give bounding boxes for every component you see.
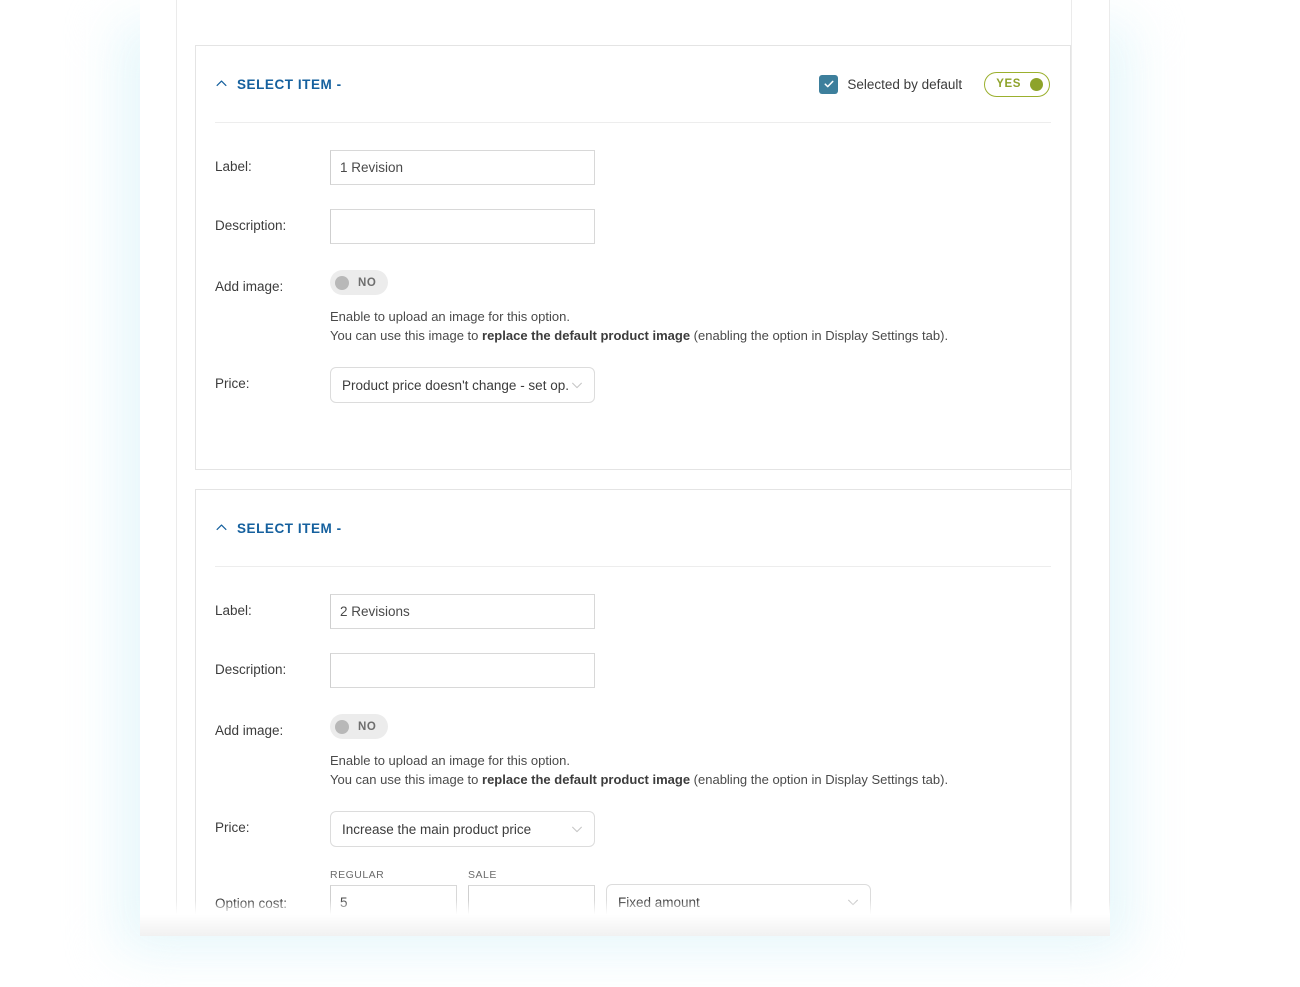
panel-2-help-line-2-post: (enabling the option in Display Settings…	[690, 772, 949, 787]
scroll-rail-right-inner[interactable]	[1071, 0, 1072, 936]
panel-2-body: Label: Description: Add image:	[196, 594, 1070, 920]
select-item-panel-1: SELECT ITEM - Selected by default YES La…	[195, 45, 1071, 470]
panel-2-title: SELECT ITEM -	[237, 520, 342, 536]
panel-2-add-image-help: Enable to upload an image for this optio…	[330, 751, 1051, 789]
option-cost-regular-col: REGULAR	[330, 869, 457, 920]
panel-1-description-caption: Description:	[215, 218, 287, 233]
select-item-panel-2: SELECT ITEM - Label: Description:	[195, 489, 1071, 936]
chevron-down-icon	[570, 822, 584, 836]
panel-2-divider	[215, 566, 1051, 567]
panel-2-add-image-toggle[interactable]: NO	[330, 714, 389, 739]
panel-1-help-line-1: Enable to upload an image for this optio…	[330, 309, 570, 324]
panel-2-collapse-toggle[interactable]: SELECT ITEM -	[215, 521, 342, 536]
chevron-up-icon	[215, 521, 228, 534]
selected-by-default-checkbox[interactable]	[819, 74, 839, 94]
panel-1-title: SELECT ITEM -	[237, 76, 342, 92]
panel-2-price-caption: Price:	[215, 820, 250, 835]
panel-2-price-select[interactable]: Increase the main product price	[330, 811, 595, 847]
panel-2-option-cost-row: Option cost: REGULAR SALE	[215, 869, 1051, 920]
panel-2-label-input[interactable]	[330, 594, 595, 629]
panel-1-header-controls: Selected by default YES	[819, 71, 1050, 97]
panel-2-price-value: Increase the main product price	[342, 821, 532, 837]
chevron-down-icon	[570, 378, 584, 392]
option-cost-group: REGULAR SALE Fixed amount	[330, 869, 1051, 920]
panel-2-description-input[interactable]	[330, 653, 595, 688]
panel-2-help-line-2: You can use this image to replace the de…	[330, 770, 1051, 789]
selected-by-default-checkbox-group[interactable]: Selected by default	[819, 74, 963, 94]
panel-1-add-image-row: Add image: NO Enable to upload an image …	[215, 270, 1051, 345]
panel-1-label-row: Label:	[215, 150, 1051, 185]
option-cost-regular-caption: REGULAR	[330, 869, 385, 881]
panel-2-price-row: Price: Increase the main product price	[215, 811, 1051, 847]
panel-2-add-image-toggle-label: NO	[358, 720, 377, 733]
panel-2-add-image-row: Add image: NO Enable to upload an image …	[215, 714, 1051, 789]
panel-2-help-line-2-bold: replace the default product image	[482, 772, 691, 787]
panel-1-add-image-toggle-label: NO	[358, 276, 377, 289]
option-cost-type-select[interactable]: Fixed amount	[606, 884, 871, 920]
panel-1-body: Label: Description: Add image:	[196, 150, 1070, 403]
panel-2-header: SELECT ITEM -	[196, 490, 1070, 566]
selected-by-default-toggle-label: YES	[996, 78, 1021, 90]
panel-2-description-row: Description:	[215, 653, 1051, 688]
panel-1-label-caption: Label:	[215, 159, 252, 174]
scroll-rail-left	[176, 0, 177, 936]
panel-1-description-input[interactable]	[330, 209, 595, 244]
page-shell: SELECT ITEM - Selected by default YES La…	[140, 0, 1110, 936]
option-cost-sale-input[interactable]	[468, 885, 595, 920]
panel-2-option-cost-caption: Option cost:	[215, 896, 288, 911]
panel-2-description-caption: Description:	[215, 662, 287, 677]
panel-1-divider	[215, 122, 1051, 123]
toggle-knob	[1030, 77, 1043, 91]
panel-1-add-image-help: Enable to upload an image for this optio…	[330, 307, 1051, 345]
panel-1-help-line-2-bold: replace the default product image	[482, 328, 691, 343]
panel-1-label-input[interactable]	[330, 150, 595, 185]
option-cost-sale-col: SALE	[468, 869, 595, 920]
option-cost-type-value: Fixed amount	[618, 894, 700, 910]
chevron-down-icon	[846, 895, 860, 909]
scroll-rail-right-outer[interactable]	[1109, 0, 1110, 936]
panel-1-collapse-toggle[interactable]: SELECT ITEM -	[215, 77, 342, 92]
chevron-up-icon	[215, 77, 228, 90]
panel-2-help-line-1: Enable to upload an image for this optio…	[330, 753, 570, 768]
panel-1-help-line-2: You can use this image to replace the de…	[330, 326, 1051, 345]
option-cost-sale-caption: SALE	[468, 869, 497, 881]
panel-2-label-caption: Label:	[215, 603, 252, 618]
panel-2-label-row: Label:	[215, 594, 1051, 629]
option-cost-regular-input[interactable]	[330, 885, 457, 920]
panel-1-description-row: Description:	[215, 209, 1051, 244]
panel-1-price-caption: Price:	[215, 376, 250, 391]
panel-1-price-row: Price: Product price doesn't change - se…	[215, 367, 1051, 403]
panel-1-help-line-2-post: (enabling the option in Display Settings…	[690, 328, 949, 343]
panel-1-help-line-2-pre: You can use this image to	[330, 328, 483, 343]
panel-1-header: SELECT ITEM - Selected by default YES	[196, 46, 1070, 122]
panel-2-help-line-2-pre: You can use this image to	[330, 772, 483, 787]
panel-1-add-image-toggle[interactable]: NO	[330, 270, 389, 295]
panel-2-add-image-caption: Add image:	[215, 723, 284, 738]
toggle-knob	[335, 275, 349, 290]
toggle-knob	[335, 719, 349, 734]
panel-1-price-value: Product price doesn't change - set op...	[342, 377, 570, 393]
panel-1-price-select[interactable]: Product price doesn't change - set op...	[330, 367, 595, 403]
selected-by-default-label: Selected by default	[847, 76, 963, 92]
panel-1-add-image-caption: Add image:	[215, 279, 284, 294]
selected-by-default-toggle[interactable]: YES	[984, 71, 1050, 97]
